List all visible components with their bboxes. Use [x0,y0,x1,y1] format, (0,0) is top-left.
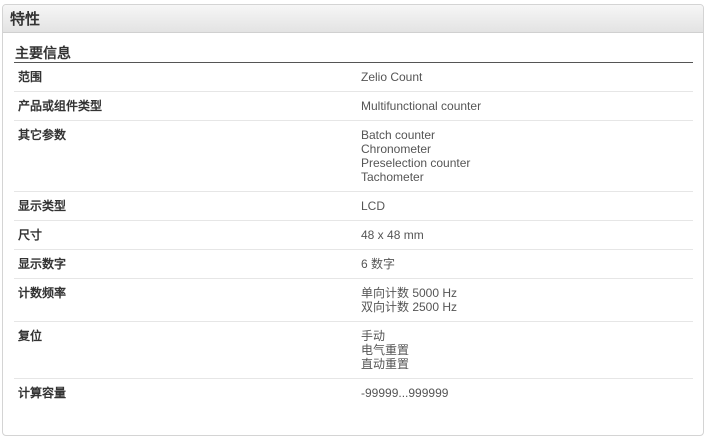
spec-value-line: 手动 [361,329,386,343]
spec-label: 计数频率 [18,286,67,300]
spec-row: 其它参数 Batch counter Chronometer Preselection… [14,121,693,192]
spec-row: 计数频率 单向计数 5000 Hz 双向计数 2500 Hz [14,279,693,322]
spec-value: 48 x 48 mm [358,228,693,242]
spec-value-line: 电气重置 [361,343,410,357]
spec-table: 范围 Zelio Count 产品或组件类型 Multifunctional coun… [14,63,693,407]
panel-header: 特性 [3,5,703,33]
spec-value: Multifunctional counter [358,99,693,113]
spec-value-line: -99999...999999 [361,386,449,400]
spec-label: 显示类型 [18,199,67,213]
spec-value-line: LCD [361,199,386,213]
spec-value: LCD [358,199,693,213]
spec-value-line: 直动重置 [361,357,410,371]
spec-value-line: 48 x 48 mm [361,228,424,242]
spec-row: 显示数字 6 数字 [14,250,693,279]
main-info-section: 主要信息 范围 Zelio Count 产品或组件类型 Multifunctional… [14,42,693,407]
spec-label: 显示数字 [18,257,67,271]
spec-row: 复位 手动 电气重置 直动重置 [14,322,693,379]
spec-value-line: Tachometer [361,170,424,184]
spec-label: 计算容量 [18,386,67,400]
spec-value-line: Zelio Count [361,70,423,84]
spec-value-line: Chronometer [361,142,432,156]
spec-label: 其它参数 [18,128,67,142]
spec-value-line: 双向计数 2500 Hz [361,300,458,314]
spec-label: 尺寸 [18,228,43,242]
spec-value-line: Preselection counter [361,156,471,170]
spec-row: 尺寸 48 x 48 mm [14,221,693,250]
spec-label: 范围 [18,70,43,84]
spec-value: 6 数字 [358,257,693,271]
spec-row: 计算容量 -99999...999999 [14,379,693,407]
spec-row: 显示类型 LCD [14,192,693,221]
spec-label: 产品或组件类型 [18,99,103,113]
spec-value: Zelio Count [358,70,693,84]
spec-label: 复位 [18,329,43,343]
spec-value-line: 单向计数 5000 Hz [361,286,458,300]
spec-value-line: Batch counter [361,128,436,142]
spec-value: 手动 电气重置 直动重置 [358,329,693,371]
spec-row: 范围 Zelio Count [14,63,693,92]
spec-row: 产品或组件类型 Multifunctional counter [14,92,693,121]
spec-value-line: Multifunctional counter [361,99,482,113]
spec-value: Batch counter Chronometer Preselection cou… [358,128,693,184]
spec-value-line: 6 数字 [361,257,396,271]
characteristics-panel: 特性 主要信息 范围 Zelio Count 产品或组件类型 Multifunctio… [2,4,704,436]
panel-title: 特性 [10,11,41,28]
spec-value: 单向计数 5000 Hz 双向计数 2500 Hz [358,286,693,314]
spec-value: -99999...999999 [358,386,693,400]
section-title: 主要信息 [14,42,693,63]
